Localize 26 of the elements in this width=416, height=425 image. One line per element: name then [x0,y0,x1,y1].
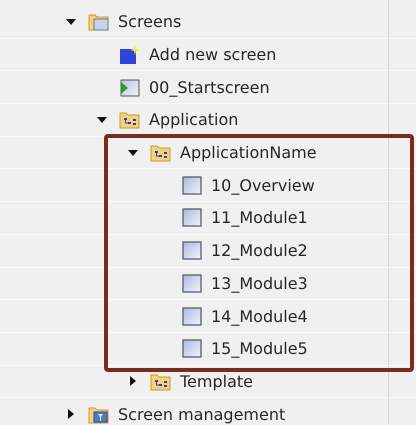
collapsed-arrow-icon[interactable] [66,409,76,420]
tree-item-label[interactable]: 00_Startscreen [149,78,270,97]
screen-icon [181,338,203,360]
expanded-arrow-icon[interactable] [128,148,138,158]
expanded-arrow-icon[interactable] [97,114,107,125]
screen-icon [181,306,203,327]
tree-item-label[interactable]: 10_Overview [211,176,315,195]
start-screen-icon [119,76,141,98]
screen-icon [181,272,203,294]
tree-item-label[interactable]: 14_Module4 [211,306,308,326]
screen-icon [181,240,203,262]
tree-item-label[interactable]: Screen management [118,404,286,424]
collapsed-arrow-icon[interactable] [128,376,138,386]
tree-item-label[interactable]: Template [180,372,254,391]
tree-item-label[interactable]: 11_Module1 [211,208,308,228]
tree-item-label[interactable]: 13_Module3 [211,274,308,293]
tree-item-label[interactable]: 15_Module5 [211,339,308,358]
screen-icon [181,207,203,228]
tree-item-label[interactable]: ApplicationName [180,143,317,162]
new-screen-icon [119,44,141,66]
tree-item-label[interactable]: Application [149,110,238,130]
expanded-arrow-icon[interactable] [66,16,76,27]
tree-item-label[interactable]: 12_Module2 [211,241,308,260]
tree-item-label[interactable]: Screens [118,12,182,32]
screen-icon [181,174,203,196]
tree-item-label[interactable]: Add new screen [149,45,276,64]
